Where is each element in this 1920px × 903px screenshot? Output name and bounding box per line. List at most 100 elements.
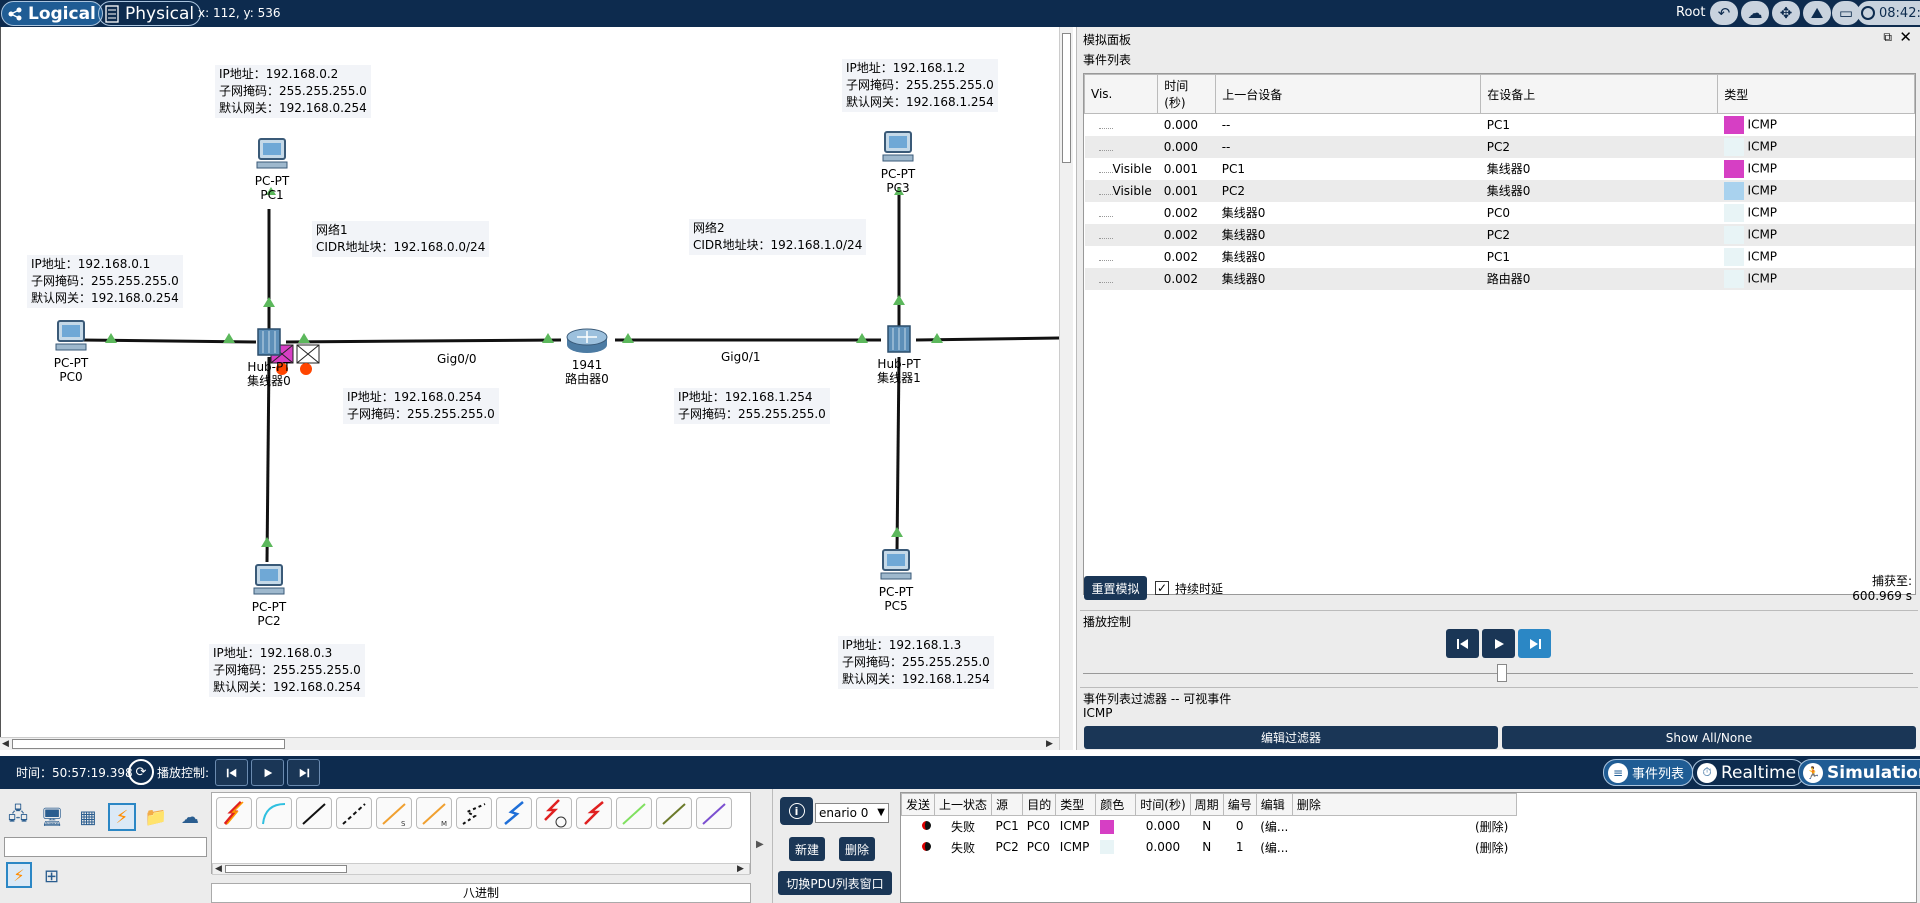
event-color-swatch[interactable] (1723, 181, 1744, 200)
pdu-delete[interactable]: (删除) (1292, 837, 1516, 858)
realtime-mode-button[interactable]: ⏱ Realtime (1692, 759, 1806, 786)
event-row[interactable]: Visible 0.001 PC1 集线器0 ICMP (1085, 158, 1915, 180)
pdu-col[interactable]: 时间(秒) (1135, 793, 1191, 816)
pc3[interactable]: PC-PT PC3 (873, 130, 923, 195)
event-row[interactable]: 0.002 集线器0 PC0 ICMP (1085, 202, 1915, 224)
connections-icon[interactable]: ⚡ (108, 803, 136, 831)
close-icon[interactable]: ✕ (1899, 28, 1912, 46)
router0[interactable]: 1941 路由器0 (557, 325, 617, 386)
power-cycle-icon[interactable]: ⟳ (128, 759, 154, 785)
hub0[interactable]: Hub-PT 集线器0 (239, 327, 299, 388)
pdu-col[interactable]: 编辑 (1255, 793, 1293, 816)
pdu-col[interactable]: 编号 (1222, 793, 1257, 816)
note-pc3[interactable]: IP地址：192.168.1.2 子网掩码：255.255.255.0 默认网关… (842, 59, 998, 112)
expand-arrow-icon[interactable]: ▶ (756, 839, 764, 850)
scenario-select[interactable]: enario 0 ▼ (815, 803, 889, 823)
note-network2[interactable]: 网络2 CIDR地址块：192.168.1.0/24 (689, 219, 867, 255)
event-color-swatch[interactable] (1723, 159, 1744, 178)
pdu-row[interactable]: 失败 PC1 PC0 ICMP 0.000 N 0 (编... (删除) (902, 816, 1517, 837)
pdu-col[interactable]: 颜色 (1095, 793, 1137, 816)
toggle-pdu-list-button[interactable]: 切换PDU列表窗口 (778, 871, 892, 895)
pdu-col[interactable]: 类型 (1055, 793, 1097, 816)
pc5[interactable]: PC-PT PC5 (871, 548, 921, 613)
event-color-swatch[interactable] (1723, 225, 1744, 244)
event-row[interactable]: 0.002 集线器0 PC1 ICMP (1085, 246, 1915, 268)
play-button[interactable] (1482, 629, 1515, 658)
components-icon[interactable]: ▦ (74, 803, 102, 831)
vscroll-thumb[interactable] (1062, 33, 1071, 163)
physical-view-button[interactable]: Physical (98, 1, 202, 26)
hub1[interactable]: Hub-PT 集线器1 (869, 324, 929, 385)
iot-cable-icon[interactable] (656, 797, 692, 829)
workspace-horizontal-scrollbar[interactable]: ◀ ▶ (0, 737, 1059, 750)
event-row[interactable]: Visible 0.001 PC2 集线器0 ICMP (1084, 179, 1915, 202)
device-search-input[interactable] (4, 837, 207, 857)
move-icon[interactable]: ✥ (1772, 1, 1800, 25)
scroll-left-icon[interactable]: ◀ (215, 864, 222, 874)
event-list-table[interactable]: Vis. 时间(秒) 上一台设备 在设备上 类型 0.000 -- PC1 ICMP… (1083, 73, 1916, 595)
col-time[interactable]: 时间(秒) (1157, 74, 1217, 114)
end-devices-icon[interactable]: 🖥 (38, 803, 66, 831)
delete-scenario-button[interactable]: 删除 (839, 837, 875, 861)
fiber-multimode-cable-icon[interactable]: M (416, 797, 452, 829)
event-color-swatch[interactable] (1723, 247, 1744, 266)
coaxial-cable-icon[interactable] (496, 797, 532, 829)
col-at-device[interactable]: 在设备上 (1480, 74, 1719, 114)
serial-dce-cable-icon[interactable] (536, 797, 572, 829)
pdu-edit[interactable]: (编... (1256, 816, 1292, 837)
col-last-device[interactable]: 上一台设备 (1215, 74, 1482, 114)
event-row[interactable]: 0.002 集线器0 PC2 ICMP (1084, 223, 1915, 246)
note-network1[interactable]: 网络1 CIDR地址块：192.168.0.0/24 (312, 221, 490, 257)
straight-through-cable-icon[interactable] (296, 797, 332, 829)
pdu-col[interactable]: 删除 (1291, 793, 1517, 816)
simulation-mode-button[interactable]: 🏃 Simulation (1798, 759, 1920, 786)
pdu-col[interactable]: 周期 (1189, 793, 1224, 816)
console-cable-icon[interactable] (256, 797, 292, 829)
step-back-button[interactable] (1446, 629, 1479, 658)
note-pc2[interactable]: IP地址：192.168.0.3 子网掩码：255.255.255.0 默认网关… (209, 644, 365, 697)
event-row[interactable]: 0.002 集线器0 路由器0 ICMP (1084, 267, 1915, 290)
note-pc5[interactable]: IP地址：192.168.1.3 子网掩码：255.255.255.0 默认网关… (838, 636, 994, 689)
event-row[interactable]: 0.000 -- PC2 ICMP (1084, 135, 1915, 158)
fiber-cable-icon[interactable]: S (376, 797, 412, 829)
multiuser-icon[interactable]: ☁ (176, 803, 204, 831)
event-list-toggle-button[interactable]: ≡ 事件列表 (1603, 759, 1694, 786)
reset-simulation-button[interactable]: 重置模拟 (1084, 576, 1147, 600)
note-pc1[interactable]: IP地址：192.168.0.2 子网掩码：255.255.255.0 默认网关… (215, 65, 371, 118)
landscape-icon[interactable]: ⛰ (1803, 1, 1831, 25)
scroll-right-icon[interactable]: ▶ (737, 864, 744, 874)
misc-icon[interactable]: 📁 (142, 803, 170, 831)
pc1[interactable]: PC-PT PC1 (247, 137, 297, 202)
bar-step-back-button[interactable] (215, 759, 248, 786)
usb-cable-icon[interactable] (696, 797, 732, 829)
event-color-swatch[interactable] (1723, 269, 1744, 288)
pdu-col[interactable]: 发送 (900, 793, 936, 816)
pc2[interactable]: PC-PT PC2 (244, 563, 294, 628)
crossover-cable-icon[interactable] (336, 797, 372, 829)
connections-subcategory-icon[interactable]: ⚡ (6, 862, 32, 888)
pdu-col[interactable]: 源 (991, 793, 1024, 816)
screen-icon[interactable]: ▭ (1832, 1, 1860, 25)
pdu-col[interactable]: 目的 (1022, 793, 1057, 816)
bar-step-forward-button[interactable] (287, 759, 320, 786)
fire-icon[interactable] (921, 821, 931, 831)
auto-cable-icon[interactable] (216, 797, 252, 829)
pdu-list-table[interactable]: 发送 上一状态源目的 类型 颜色 时间(秒) 周期 编号 编辑 删除 失败 PC1 PC0 ICMP 0… (900, 792, 1917, 903)
playback-speed-knob[interactable] (1497, 664, 1507, 682)
pdu-row[interactable]: 失败 PC2 PC0 ICMP 0.000 N 1 (编... (删除) (902, 837, 1517, 858)
structured-cabling-icon[interactable]: ⊞ (44, 866, 59, 887)
col-type[interactable]: 类型 (1717, 74, 1915, 114)
constant-delay-checkbox[interactable]: ✓ (1155, 581, 1169, 595)
pdu-col[interactable]: 上一状态 (934, 793, 993, 816)
cable-panel-scrollbar[interactable]: ◀ ▶ (212, 863, 750, 875)
new-scenario-button[interactable]: 新建 (789, 837, 825, 861)
logical-view-button[interactable]: Logical (1, 1, 103, 26)
bar-play-button[interactable] (251, 759, 284, 786)
event-color-swatch[interactable] (1723, 203, 1744, 222)
scroll-right-icon[interactable]: ▶ (1046, 739, 1053, 749)
col-vis[interactable]: Vis. (1083, 74, 1159, 114)
cable-scroll-thumb[interactable] (225, 865, 347, 873)
event-row[interactable]: 0.000 -- PC1 ICMP (1085, 114, 1915, 136)
event-color-swatch[interactable] (1723, 115, 1744, 134)
edit-filters-button[interactable]: 编辑过滤器 (1084, 726, 1498, 749)
